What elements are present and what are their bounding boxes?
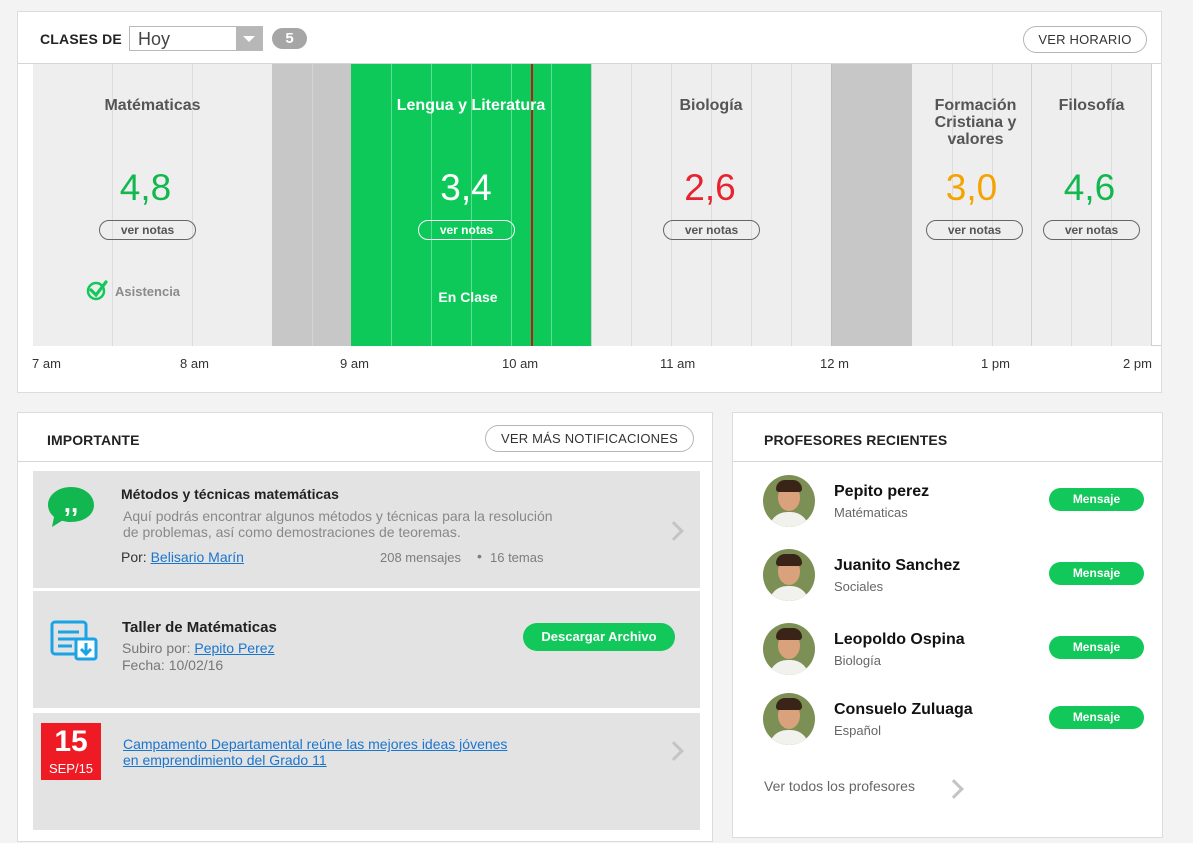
chevron-down-icon[interactable] xyxy=(236,27,262,50)
class-grade: 3,0 xyxy=(945,167,998,208)
time-tick: 7 am xyxy=(32,356,61,371)
teacher-subject: Biología xyxy=(834,653,881,668)
download-file-button[interactable]: Descargar Archivo xyxy=(523,623,675,651)
teacher-name: Leopoldo Ospina xyxy=(834,631,965,648)
svg-text:,,: ,, xyxy=(64,488,78,518)
message-button[interactable]: Mensaje xyxy=(1049,636,1144,659)
chevron-right-icon[interactable] xyxy=(664,521,684,541)
schedule-header: CLASES DE Hoy 5 VER HORARIO xyxy=(18,12,1161,64)
class-name: Formación Cristiana y valores xyxy=(934,97,1017,148)
uploader-prefix: Subiro por: xyxy=(122,640,191,656)
attendance-label: Asistencia xyxy=(115,284,181,299)
teacher-name: Consuelo Zuluaga xyxy=(834,701,973,718)
class-name: Filosofía xyxy=(1058,97,1125,114)
teacher-subject: Sociales xyxy=(834,579,884,594)
message-button[interactable]: Mensaje xyxy=(1049,562,1144,585)
forum-notice[interactable]: ,, Métodos y técnicas matemáticas Aquí p… xyxy=(33,471,700,588)
view-notes-button[interactable]: ver notas xyxy=(99,220,196,240)
teacher-subject: Español xyxy=(834,723,881,738)
message-count: 208 mensajes xyxy=(380,550,461,565)
file-uploader-line: Subiro por: Pepito Perez xyxy=(122,640,275,656)
teachers-header: PROFESORES RECIENTES xyxy=(733,413,1162,462)
forum-description: Aquí podrás encontrar algunos métodos y … xyxy=(123,508,553,540)
teachers-title: PROFESORES RECIENTES xyxy=(764,432,948,448)
event-notice[interactable]: 15 SEP/15 Campamento Departamental reúne… xyxy=(33,713,700,830)
teacher-row: Leopoldo Ospina Biología Mensaje xyxy=(733,623,1162,683)
message-button[interactable]: Mensaje xyxy=(1049,488,1144,511)
view-notes-button[interactable]: ver notas xyxy=(926,220,1023,240)
file-date: Fecha: 10/02/16 xyxy=(122,657,224,673)
in-class-status: En Clase xyxy=(438,289,498,305)
event-month: SEP/15 xyxy=(48,761,94,776)
event-day: 15 xyxy=(54,725,88,758)
important-title: IMPORTANTE xyxy=(47,432,140,448)
day-select-value: Hoy xyxy=(138,29,171,49)
time-tick: 12 m xyxy=(820,356,849,371)
important-card: IMPORTANTE VER MÁS NOTIFICACIONES ,, Mét… xyxy=(17,412,713,842)
important-header: IMPORTANTE VER MÁS NOTIFICACIONES xyxy=(18,413,712,462)
time-tick: 11 am xyxy=(660,356,696,371)
teacher-row: Consuelo Zuluaga Español Mensaje xyxy=(733,693,1162,753)
forum-author-line: Por: Belisario Marín xyxy=(121,549,244,565)
grid-line xyxy=(1151,64,1152,346)
grid-line xyxy=(831,64,832,346)
chat-bubble-icon: ,, xyxy=(48,487,94,527)
separator-dot: • xyxy=(477,548,482,564)
topic-count: 16 temas xyxy=(490,550,544,565)
avatar xyxy=(763,623,815,675)
time-tick: 9 am xyxy=(340,356,369,371)
class-name: Biología xyxy=(679,97,743,114)
event-date-badge: 15 SEP/15 xyxy=(41,723,101,780)
chevron-right-icon[interactable] xyxy=(664,741,684,761)
time-tick: 8 am xyxy=(180,356,209,371)
event-title-link[interactable]: Campamento Departamental reúne las mejor… xyxy=(123,736,523,768)
class-name: Matématicas xyxy=(104,97,201,114)
timeline: Matématicas 4,8 ver notas Asistencia Len… xyxy=(18,64,1161,346)
grid-line xyxy=(312,64,313,346)
view-notes-button[interactable]: ver notas xyxy=(663,220,760,240)
teacher-name: Juanito Sanchez xyxy=(834,557,961,574)
view-schedule-button[interactable]: VER HORARIO xyxy=(1023,26,1147,53)
teacher-row: Juanito Sanchez Sociales Mensaje xyxy=(733,549,1162,609)
schedule-title: CLASES DE xyxy=(40,31,122,47)
class-grade: 2,6 xyxy=(684,167,736,208)
document-download-icon xyxy=(50,620,98,661)
teachers-card: PROFESORES RECIENTES Pepito perez Matéma… xyxy=(732,412,1163,838)
time-tick: 2 pm xyxy=(1123,356,1152,371)
teacher-subject: Matématicas xyxy=(834,505,908,520)
view-notes-button[interactable]: ver notas xyxy=(1043,220,1140,240)
more-notifications-button[interactable]: VER MÁS NOTIFICACIONES xyxy=(485,425,694,452)
see-all-teachers-link[interactable]: Ver todos los profesores xyxy=(764,778,915,794)
author-link[interactable]: Belisario Marín xyxy=(151,549,244,565)
time-tick: 10 am xyxy=(502,356,539,371)
forum-title: Métodos y técnicas matemáticas xyxy=(121,486,339,502)
class-grade: 4,6 xyxy=(1063,167,1116,208)
timeline-margin xyxy=(18,64,33,346)
teacher-name: Pepito perez xyxy=(834,483,930,500)
class-grade: 4,8 xyxy=(119,167,172,208)
avatar xyxy=(763,549,815,601)
file-title: Taller de Matématicas xyxy=(122,619,277,636)
check-circle-icon xyxy=(86,280,108,301)
time-tick: 1 pm xyxy=(981,356,1010,371)
view-notes-button[interactable]: ver notas xyxy=(418,220,515,240)
uploader-link[interactable]: Pepito Perez xyxy=(194,640,274,656)
author-prefix: Por: xyxy=(121,549,147,565)
chevron-right-icon[interactable] xyxy=(944,779,964,799)
class-grade: 3,4 xyxy=(440,167,492,208)
break-block xyxy=(831,64,912,346)
avatar xyxy=(763,693,815,745)
avatar xyxy=(763,475,815,527)
class-name: Lengua y Literatura xyxy=(396,97,546,114)
class-count-badge: 5 xyxy=(272,28,307,49)
file-notice: Taller de Matématicas Subiro por: Pepito… xyxy=(33,591,700,708)
message-button[interactable]: Mensaje xyxy=(1049,706,1144,729)
teacher-row: Pepito perez Matématicas Mensaje xyxy=(733,475,1162,535)
day-select[interactable]: Hoy xyxy=(129,26,263,51)
schedule-card: CLASES DE Hoy 5 VER HORARIO Matématicas … xyxy=(17,11,1162,393)
